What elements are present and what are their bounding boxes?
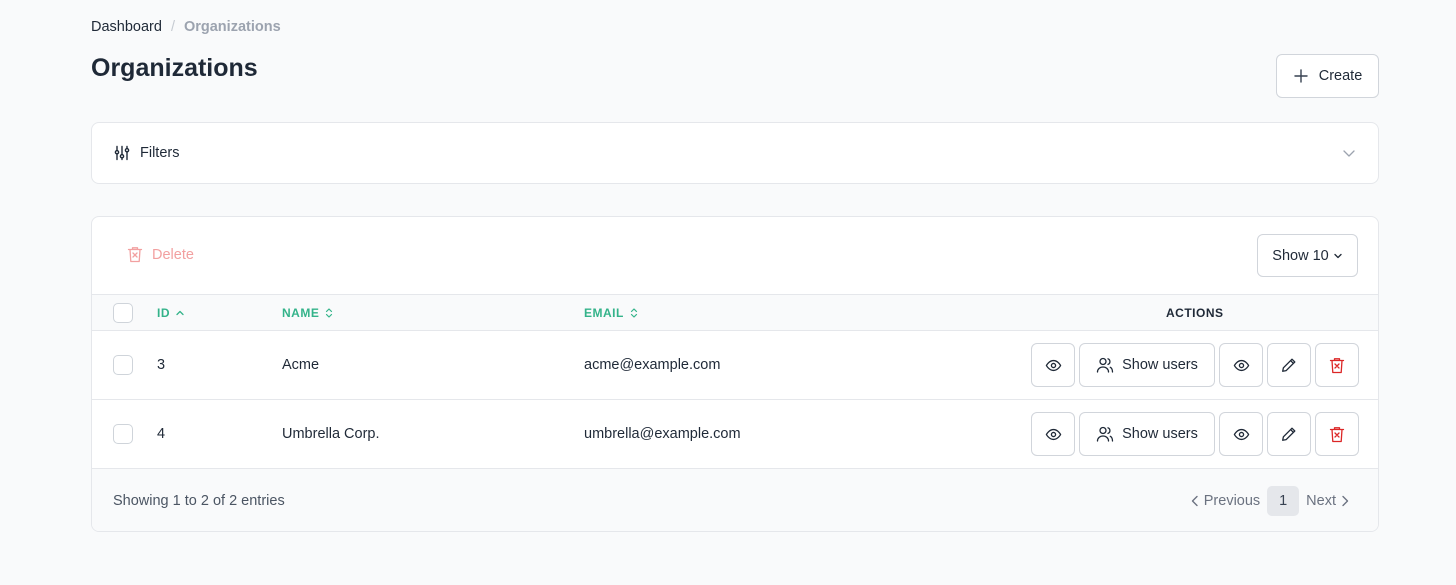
organizations-table: Delete Show 10 ID NAME EMAIL ACTIONS 3 A… — [91, 216, 1379, 532]
column-header-name-label: NAME — [282, 305, 320, 320]
preview-button[interactable] — [1219, 412, 1263, 456]
create-button-label: Create — [1318, 68, 1363, 84]
row-name: Umbrella Corp. — [282, 426, 380, 442]
bulk-delete-button[interactable]: Delete — [127, 246, 194, 263]
chevron-down-icon — [1333, 251, 1343, 261]
select-all-checkbox[interactable] — [113, 303, 133, 323]
pencil-icon — [1281, 426, 1297, 442]
breadcrumb-dashboard-link[interactable]: Dashboard — [91, 19, 162, 35]
filters-label: Filters — [140, 145, 180, 161]
sliders-icon — [114, 145, 130, 161]
row-email: umbrella@example.com — [584, 426, 741, 442]
table-row: 3 Acme acme@example.com Show users — [92, 331, 1378, 400]
breadcrumb-current: Organizations — [183, 19, 281, 35]
trash-icon — [1329, 357, 1345, 374]
column-header-name[interactable]: NAME — [282, 295, 334, 330]
users-icon — [1096, 356, 1114, 374]
page-size-label: Show 10 — [1272, 247, 1329, 264]
table-footer: Showing 1 to 2 of 2 entries Previous 1 N… — [92, 469, 1378, 531]
eye-icon — [1045, 426, 1062, 443]
edit-button[interactable] — [1267, 412, 1311, 456]
show-users-label: Show users — [1122, 357, 1198, 373]
breadcrumb-separator: / — [170, 19, 175, 35]
eye-icon — [1045, 357, 1062, 374]
eye-icon — [1233, 426, 1250, 443]
chevron-down-icon — [1342, 146, 1356, 160]
eye-icon — [1233, 357, 1250, 374]
page-number-button[interactable]: 1 — [1267, 486, 1300, 516]
row-id: 3 — [157, 357, 166, 373]
view-button[interactable] — [1031, 412, 1075, 456]
row-id: 4 — [157, 426, 166, 442]
breadcrumb: Dashboard / Organizations — [91, 19, 281, 35]
table-header: ID NAME EMAIL ACTIONS — [92, 294, 1378, 331]
create-button[interactable]: Create — [1276, 54, 1379, 98]
column-header-id[interactable]: ID — [157, 295, 185, 330]
bulk-delete-label: Delete — [152, 246, 194, 263]
trash-icon — [1329, 426, 1345, 443]
trash-icon — [127, 246, 143, 263]
next-page-button[interactable]: Next — [1306, 493, 1350, 509]
chevron-right-icon — [1340, 495, 1350, 507]
pagination: Previous 1 Next — [1190, 486, 1350, 516]
edit-button[interactable] — [1267, 343, 1311, 387]
show-users-button[interactable]: Show users — [1079, 412, 1215, 456]
view-button[interactable] — [1031, 343, 1075, 387]
previous-page-label: Previous — [1203, 493, 1261, 509]
next-page-label: Next — [1306, 493, 1336, 509]
pencil-icon — [1281, 357, 1297, 373]
row-email: acme@example.com — [584, 357, 721, 373]
row-name: Acme — [282, 357, 320, 373]
pagination-summary: Showing 1 to 2 of 2 entries — [113, 493, 285, 509]
filters-toggle[interactable]: Filters — [91, 122, 1379, 184]
chevron-left-icon — [1190, 495, 1200, 507]
table-row: 4 Umbrella Corp. umbrella@example.com Sh… — [92, 400, 1378, 469]
show-users-button[interactable]: Show users — [1079, 343, 1215, 387]
delete-button[interactable] — [1315, 343, 1359, 387]
plus-icon — [1293, 68, 1309, 84]
column-header-id-label: ID — [157, 305, 170, 320]
previous-page-button[interactable]: Previous — [1190, 493, 1260, 509]
row-checkbox[interactable] — [113, 424, 133, 444]
column-header-email[interactable]: EMAIL — [584, 295, 639, 330]
delete-button[interactable] — [1315, 412, 1359, 456]
page-title: Organizations — [91, 54, 258, 82]
users-icon — [1096, 425, 1114, 443]
show-users-label: Show users — [1122, 426, 1198, 442]
sort-ascending-icon — [175, 308, 185, 318]
preview-button[interactable] — [1219, 343, 1263, 387]
sort-icon — [324, 307, 334, 319]
table-toolbar: Delete Show 10 — [92, 217, 1378, 294]
page-size-select[interactable]: Show 10 — [1257, 234, 1358, 277]
row-checkbox[interactable] — [113, 355, 133, 375]
column-header-email-label: EMAIL — [584, 305, 624, 320]
column-header-actions: ACTIONS — [1166, 305, 1224, 320]
sort-icon — [629, 307, 639, 319]
